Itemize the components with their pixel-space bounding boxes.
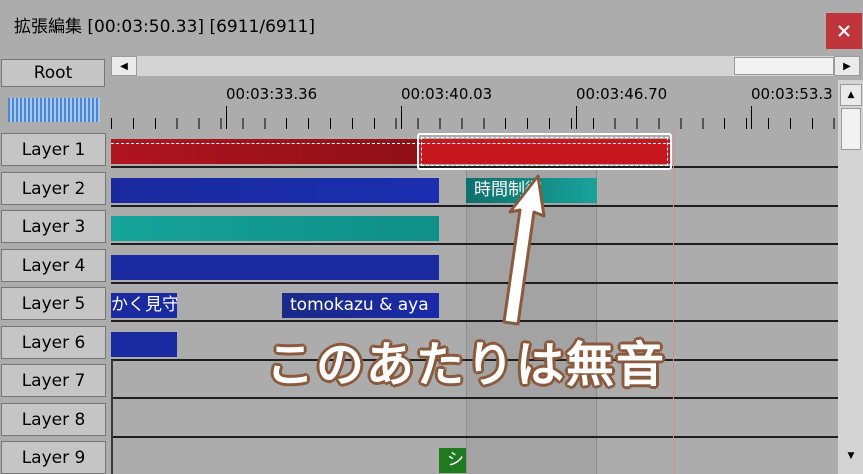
scroll-left-button[interactable]: ◀: [111, 56, 137, 76]
layer-button-3[interactable]: Layer 3: [1, 210, 106, 243]
row-divider: [111, 205, 838, 207]
scene-clip[interactable]: シ: [439, 448, 466, 473]
ruler-label: 00:03:46.70: [576, 85, 668, 103]
empty-layer-edge: [111, 360, 113, 474]
ruler-major-tick: [576, 106, 577, 129]
clip-label: シ: [447, 450, 464, 470]
video-clip[interactable]: [111, 332, 177, 357]
clip-label: かく見守: [111, 295, 177, 315]
selection-dashed-border: [421, 137, 668, 166]
text-clip[interactable]: tomokazu & aya: [282, 293, 439, 318]
ruler-label: 00:03:33.36: [226, 85, 318, 103]
filter-clip[interactable]: [111, 216, 439, 241]
close-icon: [838, 25, 850, 37]
annotation-text: このあたりは無音: [266, 337, 667, 393]
video-clip[interactable]: [111, 255, 439, 280]
clip-label: 時間制御: [474, 180, 542, 200]
close-button[interactable]: [826, 13, 862, 49]
ruler-major-tick: [751, 106, 752, 129]
layer-button-5[interactable]: Layer 5: [1, 287, 106, 320]
arrow-right-icon: ▶: [843, 60, 851, 72]
playhead-cursor[interactable]: [673, 130, 674, 474]
arrow-down-icon: ▼: [847, 451, 855, 461]
layer-button-4[interactable]: Layer 4: [1, 249, 106, 282]
layer-button-8[interactable]: Layer 8: [1, 403, 106, 436]
layer-button-9[interactable]: Layer 9: [1, 441, 106, 474]
arrow-up-icon: ▲: [847, 90, 855, 100]
scroll-right-button[interactable]: ▶: [834, 56, 860, 76]
row-divider: [111, 320, 838, 322]
root-button[interactable]: Root: [1, 59, 105, 87]
layer-button-6[interactable]: Layer 6: [1, 326, 106, 359]
row-divider: [111, 436, 838, 438]
layer-button-1[interactable]: Layer 1: [1, 133, 106, 166]
scroll-up-button[interactable]: ▲: [840, 84, 862, 106]
window-title: 拡張編集 [00:03:50.33] [6911/6911]: [14, 17, 315, 37]
horizontal-scrollbar[interactable]: [137, 56, 834, 76]
zoom-level-meter[interactable]: [8, 98, 100, 122]
time-ruler[interactable]: 00:03:33.36 00:03:40.03 00:03:46.70 00:0…: [111, 80, 838, 129]
clip-label: tomokazu & aya: [290, 295, 429, 315]
arrow-left-icon: ◀: [120, 60, 128, 72]
horizontal-scroll-thumb[interactable]: [734, 57, 834, 75]
row-divider: [111, 243, 838, 245]
time-control-clip[interactable]: 時間制御: [466, 178, 597, 203]
layer-button-7[interactable]: Layer 7: [1, 364, 106, 397]
ruler-label: 00:03:53.3: [751, 85, 833, 103]
text-clip[interactable]: かく見守: [111, 293, 177, 318]
row-divider: [111, 282, 838, 284]
video-clip[interactable]: [111, 178, 439, 203]
ruler-ticks: [111, 118, 838, 129]
timeline-area[interactable]: 時間制御 かく見守 tomokazu & aya シ: [111, 130, 838, 474]
ruler-major-tick: [401, 106, 402, 129]
vertical-scroll-thumb[interactable]: [841, 108, 861, 150]
ruler-label: 00:03:40.03: [401, 85, 493, 103]
layer-button-2[interactable]: Layer 2: [1, 172, 106, 205]
ruler-major-tick: [226, 106, 227, 129]
scroll-down-button[interactable]: ▼: [840, 444, 862, 468]
